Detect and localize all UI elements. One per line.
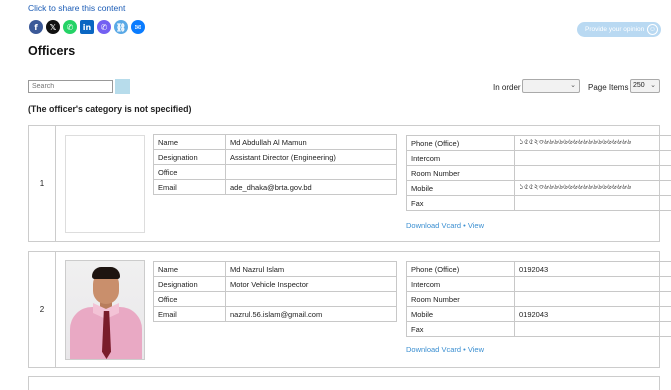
- vcard-links: Download Vcard • View: [406, 221, 484, 230]
- whatsapp-icon[interactable]: ✆: [63, 20, 77, 34]
- contact-row: Phone (Office) 0192043: [406, 261, 671, 277]
- officer-contact-table: Phone (Office) 0192043 Intercom Room Numb…: [406, 261, 671, 337]
- contact-key: Room Number: [406, 165, 515, 181]
- contact-row: Intercom: [406, 276, 671, 292]
- smiley-icon: ☺: [647, 24, 658, 35]
- officer-card: [28, 376, 660, 390]
- view-link[interactable]: View: [468, 345, 484, 354]
- provide-opinion-label: Provide your opinion: [585, 26, 645, 33]
- officer-contact-table: Phone (Office) ১৫৫২৩৬৬৬৬৬৬৬৬৬৬৬৬৬৬৬৬৬৬ In…: [406, 135, 671, 211]
- info-value: [225, 164, 397, 180]
- page-title: Officers: [28, 44, 76, 58]
- link-separator: •: [463, 345, 466, 354]
- contact-row: Phone (Office) ১৫৫২৩৬৬৬৬৬৬৬৬৬৬৬৬৬৬৬৬৬৬: [406, 135, 671, 151]
- viber-icon[interactable]: ✆: [97, 20, 111, 34]
- info-row: Name Md Nazrul Islam: [153, 261, 397, 277]
- contact-value: 0192043: [514, 306, 671, 322]
- info-email[interactable]: ade_dhaka@brta.gov.bd: [225, 179, 397, 195]
- contact-row: Mobile 0192043: [406, 306, 671, 322]
- contact-key: Mobile: [406, 180, 515, 196]
- info-value: Motor Vehicle Inspector: [225, 276, 397, 292]
- share-icons: f 𝕏 ✆ in ✆ ⛓ ✉: [29, 20, 145, 34]
- share-title[interactable]: Click to share this content: [28, 3, 125, 13]
- link-separator: •: [463, 221, 466, 230]
- officer-index: 1: [29, 126, 56, 241]
- contact-key: Intercom: [406, 150, 515, 166]
- vcard-links: Download Vcard • View: [406, 345, 484, 354]
- search-button[interactable]: [115, 79, 130, 94]
- contact-row: Mobile ১৫৫২৩৬৬৬৬৬৬৬৬৬৬৬৬৬৬৬৬৬৬: [406, 180, 671, 196]
- officer-index: 2: [29, 252, 56, 367]
- info-key: Email: [153, 306, 226, 322]
- officer-info-table: Name Md Abdullah Al Mamun Designation Assi…: [153, 134, 397, 195]
- chevron-down-icon: ⌄: [570, 82, 576, 89]
- download-vcard-link[interactable]: Download Vcard: [406, 221, 461, 230]
- contact-row: Room Number: [406, 291, 671, 307]
- page-items-select[interactable]: 250 ⌄: [630, 79, 660, 93]
- contact-key: Room Number: [406, 291, 515, 307]
- officer-info-table: Name Md Nazrul Islam Designation Motor Veh…: [153, 261, 397, 322]
- info-key: Name: [153, 261, 226, 277]
- contact-value: ১৫৫২৩৬৬৬৬৬৬৬৬৬৬৬৬৬৬৬৬৬৬: [514, 180, 671, 196]
- contact-row: Room Number: [406, 165, 671, 181]
- info-value: Md Nazrul Islam: [225, 261, 397, 277]
- info-key: Name: [153, 134, 226, 150]
- provide-opinion-button[interactable]: Provide your opinion ☺: [577, 22, 661, 37]
- contact-key: Mobile: [406, 306, 515, 322]
- info-email[interactable]: nazrul.56.islam@gmail.com: [225, 306, 397, 322]
- officer-photo: [65, 260, 145, 360]
- info-key: Office: [153, 164, 226, 180]
- link-icon[interactable]: ⛓: [114, 20, 128, 34]
- info-row: Office: [153, 164, 397, 180]
- info-row: Email ade_dhaka@brta.gov.bd: [153, 179, 397, 195]
- info-key: Designation: [153, 276, 226, 292]
- info-value: Assistant Director (Engineering): [225, 149, 397, 165]
- contact-key: Phone (Office): [406, 135, 515, 151]
- contact-value: 0192043: [514, 261, 671, 277]
- info-row: Designation Assistant Director (Engineeri…: [153, 149, 397, 165]
- info-row: Email nazrul.56.islam@gmail.com: [153, 306, 397, 322]
- page-items-label: Page Items: [588, 83, 629, 92]
- messenger-icon[interactable]: ✉: [131, 20, 145, 34]
- officer-card: 2 Name Md Nazrul Islam Designation Motor V…: [28, 251, 671, 368]
- info-key: Office: [153, 291, 226, 307]
- info-row: Office: [153, 291, 397, 307]
- contact-key: Fax: [406, 321, 515, 337]
- officer-card: 1 Name Md Abdullah Al Mamun Designation As…: [28, 125, 671, 242]
- page-items-value: 250: [633, 82, 645, 89]
- info-value: Md Abdullah Al Mamun: [225, 134, 397, 150]
- contact-row: Fax: [406, 321, 671, 337]
- contact-value: [514, 291, 671, 307]
- view-link[interactable]: View: [468, 221, 484, 230]
- contact-key: Phone (Office): [406, 261, 515, 277]
- search-input[interactable]: [28, 80, 113, 93]
- category-note: (The officer's category is not specified…: [28, 104, 192, 114]
- order-select[interactable]: ⌄: [522, 79, 580, 93]
- info-row: Designation Motor Vehicle Inspector: [153, 276, 397, 292]
- officer-portrait: [66, 261, 144, 359]
- officer-photo-placeholder: [65, 135, 145, 233]
- chevron-down-icon: ⌄: [650, 82, 656, 89]
- info-row: Name Md Abdullah Al Mamun: [153, 134, 397, 150]
- download-vcard-link[interactable]: Download Vcard: [406, 345, 461, 354]
- info-value: [225, 291, 397, 307]
- info-key: Email: [153, 179, 226, 195]
- contact-value: [514, 165, 671, 181]
- order-label: In order: [493, 83, 521, 92]
- contact-value: [514, 276, 671, 292]
- contact-key: Fax: [406, 195, 515, 211]
- contact-value: [514, 150, 671, 166]
- facebook-icon[interactable]: f: [29, 20, 43, 34]
- info-key: Designation: [153, 149, 226, 165]
- contact-value: [514, 321, 671, 337]
- contact-row: Intercom: [406, 150, 671, 166]
- linkedin-icon[interactable]: in: [80, 20, 94, 34]
- contact-key: Intercom: [406, 276, 515, 292]
- x-icon[interactable]: 𝕏: [46, 20, 60, 34]
- contact-value: [514, 195, 671, 211]
- contact-row: Fax: [406, 195, 671, 211]
- contact-value: ১৫৫২৩৬৬৬৬৬৬৬৬৬৬৬৬৬৬৬৬৬৬: [514, 135, 671, 151]
